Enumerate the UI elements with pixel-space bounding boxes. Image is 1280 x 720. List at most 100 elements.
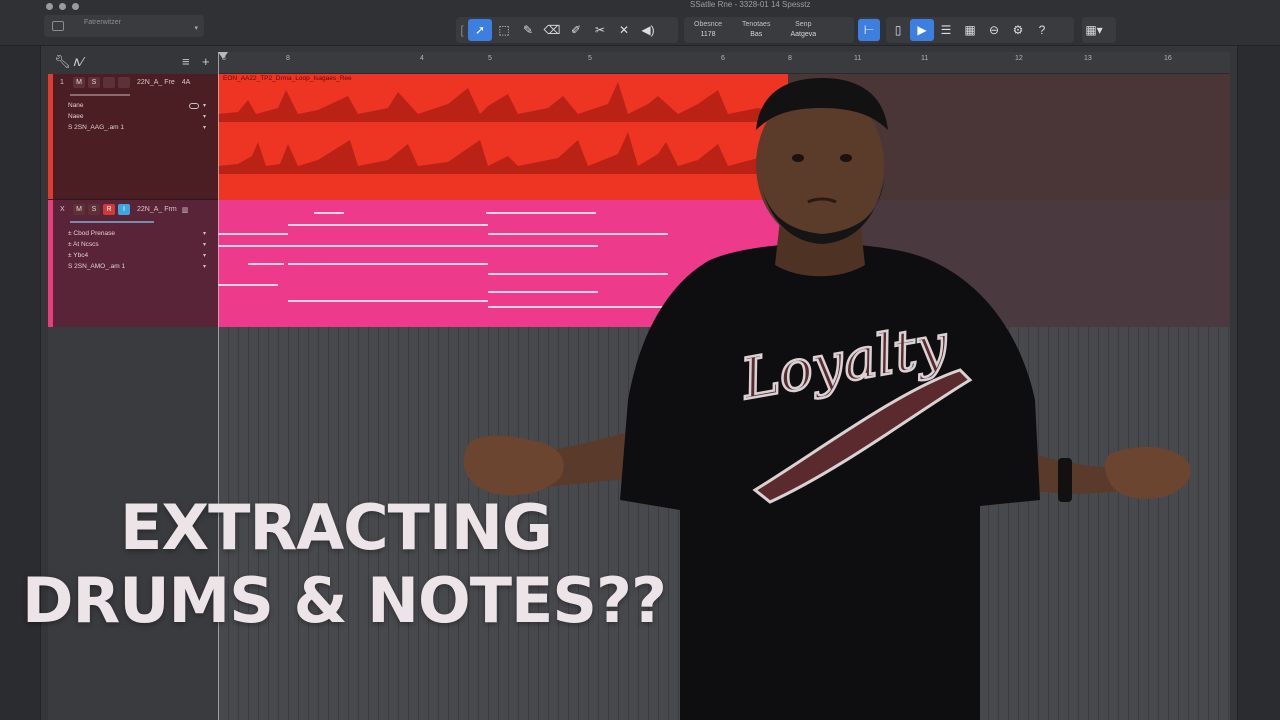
mute-button[interactable]: M bbox=[73, 204, 85, 215]
volume-slider[interactable] bbox=[70, 94, 130, 96]
pencil-tool-icon[interactable]: ✎ bbox=[516, 19, 540, 41]
param-label: S 2SN_AMO_.am 1 bbox=[68, 263, 125, 270]
param-prefix: ± bbox=[68, 252, 72, 259]
midi-note[interactable] bbox=[248, 263, 284, 265]
track-name[interactable]: 22N_A_ Frm bbox=[137, 206, 177, 213]
midi-note[interactable] bbox=[218, 233, 288, 235]
midi-note[interactable] bbox=[288, 224, 488, 226]
midi-note[interactable] bbox=[218, 284, 278, 286]
param-prefix: ± bbox=[68, 241, 72, 248]
list-view-icon[interactable]: ☰ bbox=[934, 19, 958, 41]
layout-grid-icon[interactable]: ▦▾ bbox=[1082, 19, 1106, 41]
param-row[interactable]: ± Cbod Prenase ▾ bbox=[68, 229, 206, 238]
settings-icon[interactable]: ⚙ bbox=[1006, 19, 1030, 41]
selector-1-label: Obesnce bbox=[694, 21, 723, 28]
param-label: Nane bbox=[68, 102, 84, 109]
input-button[interactable] bbox=[118, 77, 130, 88]
knife-tool-icon[interactable]: ✂ bbox=[588, 19, 612, 41]
track-number: X bbox=[60, 206, 65, 213]
transport-selectors: Obesnce 1178 Tenotaes Bas Senp Aatgeva bbox=[684, 17, 854, 43]
track-color-stripe bbox=[48, 74, 53, 199]
headline-line-1: EXTRACTING bbox=[120, 491, 553, 564]
automation-icon[interactable]: ∧∕ bbox=[72, 54, 84, 70]
edit-tools: [ ➚ ⬚ ✎ ⌫ ✐ ✂ ✕ ◀) bbox=[456, 17, 678, 43]
chevron-down-icon: ▾ bbox=[202, 114, 206, 120]
grid-view-icon[interactable]: ▦ bbox=[958, 19, 982, 41]
wrench-icon[interactable]: 🔧︎ bbox=[54, 54, 71, 70]
param-value: 2SN_AAG_.am 1 bbox=[74, 124, 125, 131]
track-header-drums[interactable]: 1 M S 22N_A_ Fre 4A Nane ▾ Naee ▾ S 2SN_… bbox=[48, 74, 218, 200]
record-button[interactable]: R bbox=[103, 204, 115, 215]
selector-1-value: 1178 bbox=[700, 31, 716, 38]
record-button[interactable] bbox=[103, 77, 115, 88]
chevron-down-icon: ▾ bbox=[202, 125, 206, 131]
selector-3[interactable]: Senp Aatgeva bbox=[780, 20, 826, 40]
param-row[interactable]: ± At Ncscs ▾ bbox=[68, 240, 206, 249]
track-controls: X M S R I 22N_A_ Frm ▥ bbox=[60, 204, 188, 215]
ruler-tick: 4 bbox=[420, 55, 424, 62]
param-value: At Ncscs bbox=[73, 241, 99, 248]
chevron-down-icon: ▾ bbox=[202, 231, 206, 237]
chevron-down-icon: ▾ bbox=[194, 25, 198, 32]
param-row[interactable]: Naee ▾ bbox=[68, 112, 206, 121]
brush-tool-icon[interactable]: ✐ bbox=[564, 19, 588, 41]
solo-button[interactable]: S bbox=[88, 204, 100, 215]
selector-2[interactable]: Tenotaes Bas bbox=[732, 20, 780, 40]
view-tools: ▯ ▶ ☰ ▦ ⊖ ⚙ ? bbox=[886, 17, 1074, 43]
marquee-tool-icon[interactable]: ⬚ bbox=[492, 19, 516, 41]
track-name[interactable]: 22N_A_ Fre bbox=[137, 79, 175, 86]
add-track-icon[interactable]: + bbox=[202, 54, 210, 69]
selector-1[interactable]: Obesnce 1178 bbox=[684, 20, 732, 40]
ruler-tick: 5 bbox=[588, 55, 592, 62]
ruler-tick: 16 bbox=[1164, 55, 1172, 62]
minimize-window-dot[interactable] bbox=[59, 3, 66, 10]
window-controls[interactable] bbox=[46, 3, 79, 10]
input-monitor-button[interactable]: I bbox=[118, 204, 130, 215]
ruler-tick: 11 bbox=[921, 55, 929, 62]
param-label: Naee bbox=[68, 113, 84, 120]
track-color-stripe bbox=[48, 200, 53, 327]
mute-tool-icon[interactable]: ✕ bbox=[612, 19, 636, 41]
snap-group: ⊢ bbox=[858, 17, 880, 43]
param-label: ± Cbod Prenase bbox=[68, 230, 115, 237]
track-header-notes[interactable]: X M S R I 22N_A_ Frm ▥ ± Cbod Prenase ▾ … bbox=[48, 200, 218, 327]
eraser-tool-icon[interactable]: ⌫ bbox=[540, 19, 564, 41]
track-list-header: 🔧︎ ∧∕ ≡ + bbox=[52, 52, 215, 74]
param-label: ± Ybc4 bbox=[68, 252, 88, 259]
param-row[interactable]: S 2SN_AAG_.am 1 ▾ bbox=[68, 123, 206, 132]
track-number: 1 bbox=[60, 79, 64, 86]
midi-note[interactable] bbox=[288, 263, 488, 265]
midi-note[interactable] bbox=[314, 212, 344, 214]
close-window-dot[interactable] bbox=[46, 3, 53, 10]
catch-icon[interactable]: ▶ bbox=[910, 19, 934, 41]
param-value: Ybc4 bbox=[73, 252, 89, 259]
param-row[interactable]: Nane ▾ bbox=[68, 101, 206, 110]
title-toolbar: SSatlle Rne - 3328-01 14 Spesstz Fatrerw… bbox=[0, 0, 1280, 46]
solo-button[interactable]: S bbox=[88, 77, 100, 88]
playhead-handle[interactable] bbox=[218, 52, 228, 59]
snap-icon[interactable]: ⊢ bbox=[858, 19, 880, 41]
mute-button[interactable]: M bbox=[73, 77, 85, 88]
link-icon[interactable]: ⊖ bbox=[982, 19, 1006, 41]
zoom-window-dot[interactable] bbox=[72, 3, 79, 10]
volume-slider[interactable] bbox=[70, 221, 154, 223]
toggle-icon[interactable] bbox=[188, 102, 199, 109]
help-icon[interactable]: ? bbox=[1030, 19, 1054, 41]
pointer-tool-icon[interactable]: ➚ bbox=[468, 19, 492, 41]
split-icon[interactable]: ▯ bbox=[886, 19, 910, 41]
midi-note[interactable] bbox=[218, 245, 488, 247]
midi-keyboard-icon: ▥ bbox=[181, 206, 189, 214]
menu-icon[interactable]: ≡ bbox=[182, 54, 190, 69]
selector-2-value: Bas bbox=[750, 31, 763, 38]
chevron-down-icon: ▾ bbox=[202, 264, 206, 270]
ruler-tick: 8 bbox=[788, 55, 792, 62]
watch-icon bbox=[1058, 458, 1072, 502]
param-row[interactable]: S 2SN_AMO_.am 1 ▾ bbox=[68, 262, 206, 271]
selector-3-label: Senp bbox=[795, 21, 812, 28]
project-selector[interactable]: Fatrerwitzer ▾ bbox=[44, 15, 204, 37]
midi-note[interactable] bbox=[288, 300, 488, 302]
listen-tool-icon[interactable]: ◀) bbox=[636, 19, 660, 41]
ruler-tick: 5 bbox=[488, 55, 492, 62]
library-icon[interactable] bbox=[52, 21, 64, 31]
param-row[interactable]: ± Ybc4 ▾ bbox=[68, 251, 206, 260]
